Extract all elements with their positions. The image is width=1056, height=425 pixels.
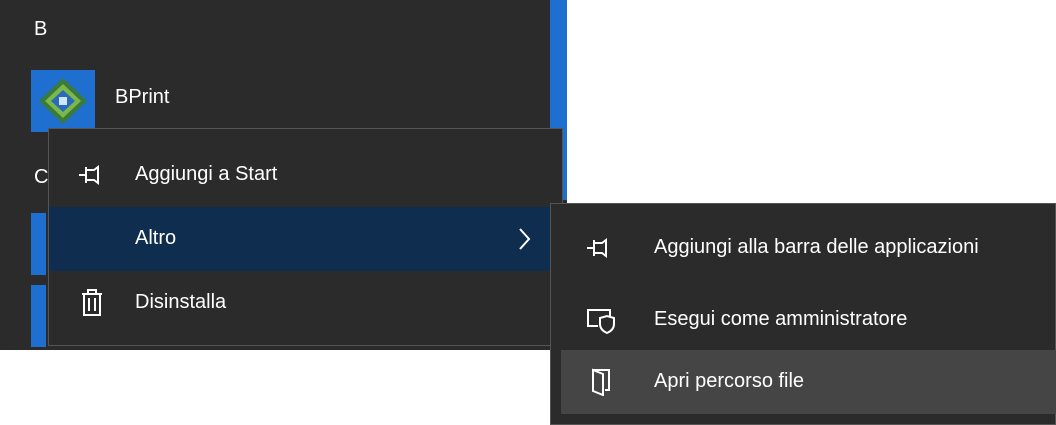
submenu-item-label: Apri percorso file: [654, 370, 805, 392]
app-name-bprint[interactable]: BPrint: [115, 86, 169, 109]
submenu-item-open-file-location[interactable]: Apri percorso file: [561, 350, 1056, 414]
group-header-c[interactable]: C: [34, 166, 48, 189]
submenu-item-label: Aggiungi alla barra delle applicazioni: [654, 236, 979, 258]
group-header-b[interactable]: B: [34, 18, 47, 41]
submenu-item-label: Esegui come amministratore: [654, 308, 908, 330]
bprint-icon: [39, 78, 87, 124]
admin-shield-icon: [585, 306, 615, 334]
app-tile-partial[interactable]: [31, 285, 46, 347]
open-folder-icon: [585, 368, 615, 396]
trash-icon: [77, 289, 107, 317]
bprint-tile[interactable]: [31, 70, 95, 132]
menu-item-pin-to-start[interactable]: Aggiungi a Start: [49, 143, 562, 207]
menu-item-uninstall[interactable]: Disinstalla: [49, 271, 562, 335]
submenu-item-run-as-admin[interactable]: Esegui come amministratore: [561, 288, 1056, 352]
submenu-item-pin-to-taskbar[interactable]: Aggiungi alla barra delle applicazioni: [561, 216, 1056, 280]
menu-item-label: Altro: [135, 227, 177, 249]
pin-icon: [77, 161, 107, 189]
submenu-more: Aggiungi alla barra delle applicazioni E…: [550, 203, 1056, 425]
chevron-right-icon: [515, 225, 533, 253]
menu-item-label: Disinstalla: [135, 291, 227, 313]
menu-item-more[interactable]: Altro: [49, 207, 562, 271]
context-menu: Aggiungi a Start Altro Disinstalla: [48, 128, 563, 346]
menu-item-label: Aggiungi a Start: [135, 163, 278, 185]
app-tile-partial[interactable]: [31, 213, 46, 275]
pin-icon: [585, 234, 615, 262]
